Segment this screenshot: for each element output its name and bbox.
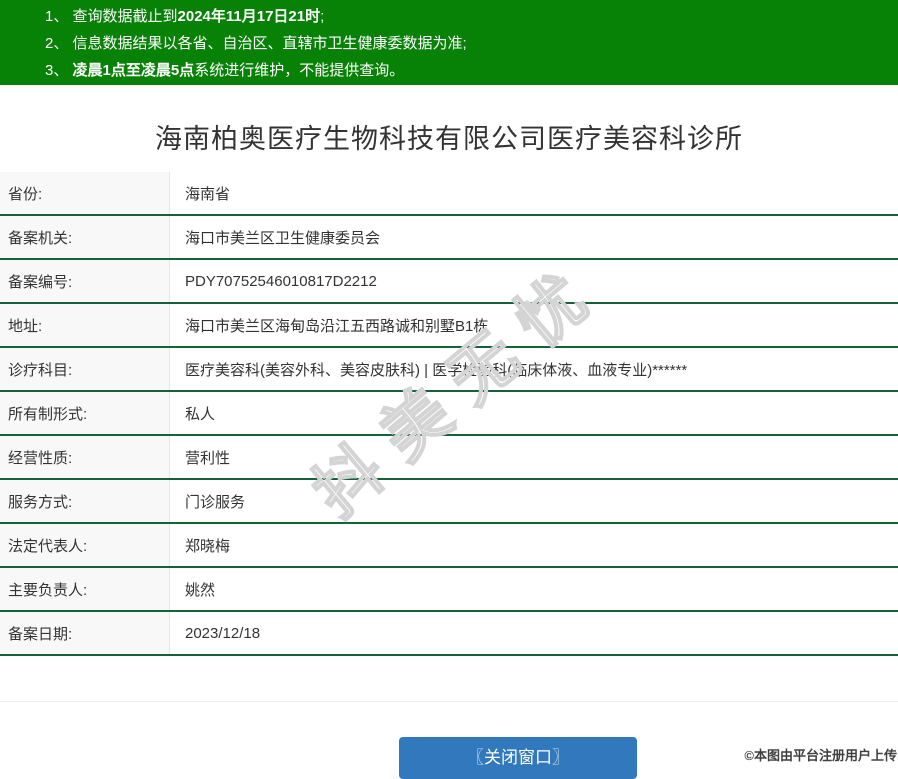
row-label: 经营性质:	[0, 436, 170, 478]
copyright-notice: ©本图由平台注册用户上传	[744, 748, 897, 763]
row-value: 海南省	[185, 185, 231, 203]
row-label: 省份:	[0, 172, 170, 214]
notice-line-1-bold: 2024年11月17日21时	[177, 8, 321, 25]
row-label: 地址:	[0, 304, 170, 346]
row-value: 海口市美兰区卫生健康委员会	[185, 229, 381, 247]
notice-line-3: 3、 凌晨1点至凌晨5点系统进行维护，不能提供查询。	[0, 57, 898, 84]
notice-line-3-bold: 凌晨1点至凌晨5点	[72, 62, 195, 79]
table-row-legal-representative: 法定代表人: 郑晓梅	[0, 524, 898, 568]
notice-line-1-text: 1、 查询数据截止到	[45, 8, 178, 25]
row-label: 所有制形式:	[0, 392, 170, 434]
footer-divider	[0, 701, 898, 702]
row-value: 私人	[185, 405, 216, 423]
row-value: 2023/12/18	[185, 624, 261, 642]
table-row-filing-authority: 备案机关: 海口市美兰区卫生健康委员会	[0, 216, 898, 260]
row-label: 备案机关:	[0, 216, 170, 258]
table-row-diagnosis-subjects: 诊疗科目: 医疗美容科(美容外科、美容皮肤科) | 医学检验科(临床体液、血液专…	[0, 348, 898, 392]
row-label: 备案编号:	[0, 260, 170, 302]
table-row-filing-number: 备案编号: PDY70752546010817D2212	[0, 260, 898, 304]
table-row-principal-person: 主要负责人: 姚然	[0, 568, 898, 612]
row-label: 主要负责人:	[0, 568, 170, 610]
table-row-filing-date: 备案日期: 2023/12/18	[0, 612, 898, 656]
row-value: PDY70752546010817D2212	[185, 272, 377, 290]
row-value: 郑晓梅	[185, 537, 231, 555]
info-table: 省份: 海南省 备案机关: 海口市美兰区卫生健康委员会 备案编号: PDY707…	[0, 172, 898, 656]
page-title: 海南柏奥医疗生物科技有限公司医疗美容科诊所	[155, 124, 743, 154]
notice-line-2: 2、 信息数据结果以各省、自治区、直辖市卫生健康委数据为准;	[0, 30, 898, 57]
notice-line-1: 1、 查询数据截止到2024年11月17日21时;	[0, 3, 898, 30]
table-row-province: 省份: 海南省	[0, 172, 898, 216]
notice-line-1-tail: ;	[320, 8, 325, 25]
notice-line-2-text: 2、 信息数据结果以各省、自治区、直辖市卫生健康委数据为准;	[45, 35, 467, 52]
row-value: 营利性	[185, 449, 231, 467]
row-value: 医疗美容科(美容外科、美容皮肤科) | 医学检验科(临床体液、血液专业)****…	[185, 361, 688, 379]
notice-bar: 1、 查询数据截止到2024年11月17日21时; 2、 信息数据结果以各省、自…	[0, 0, 898, 85]
notice-line-3-tail: 系统进行维护，不能提供查询。	[194, 62, 405, 79]
row-value: 海口市美兰区海甸岛沿江五西路诚和别墅B1栋	[185, 317, 489, 335]
table-row-address: 地址: 海口市美兰区海甸岛沿江五西路诚和别墅B1栋	[0, 304, 898, 348]
close-window-button[interactable]: 〖关闭窗口〗	[399, 737, 637, 779]
table-row-service-mode: 服务方式: 门诊服务	[0, 480, 898, 524]
row-value: 门诊服务	[185, 493, 246, 511]
row-label: 诊疗科目:	[0, 348, 170, 390]
row-value: 姚然	[185, 581, 216, 599]
table-row-ownership-form: 所有制形式: 私人	[0, 392, 898, 436]
row-label: 法定代表人:	[0, 524, 170, 566]
table-row-business-nature: 经营性质: 营利性	[0, 436, 898, 480]
notice-line-3-text: 3、	[45, 62, 73, 79]
row-label: 备案日期:	[0, 612, 170, 654]
row-label: 服务方式:	[0, 480, 170, 522]
